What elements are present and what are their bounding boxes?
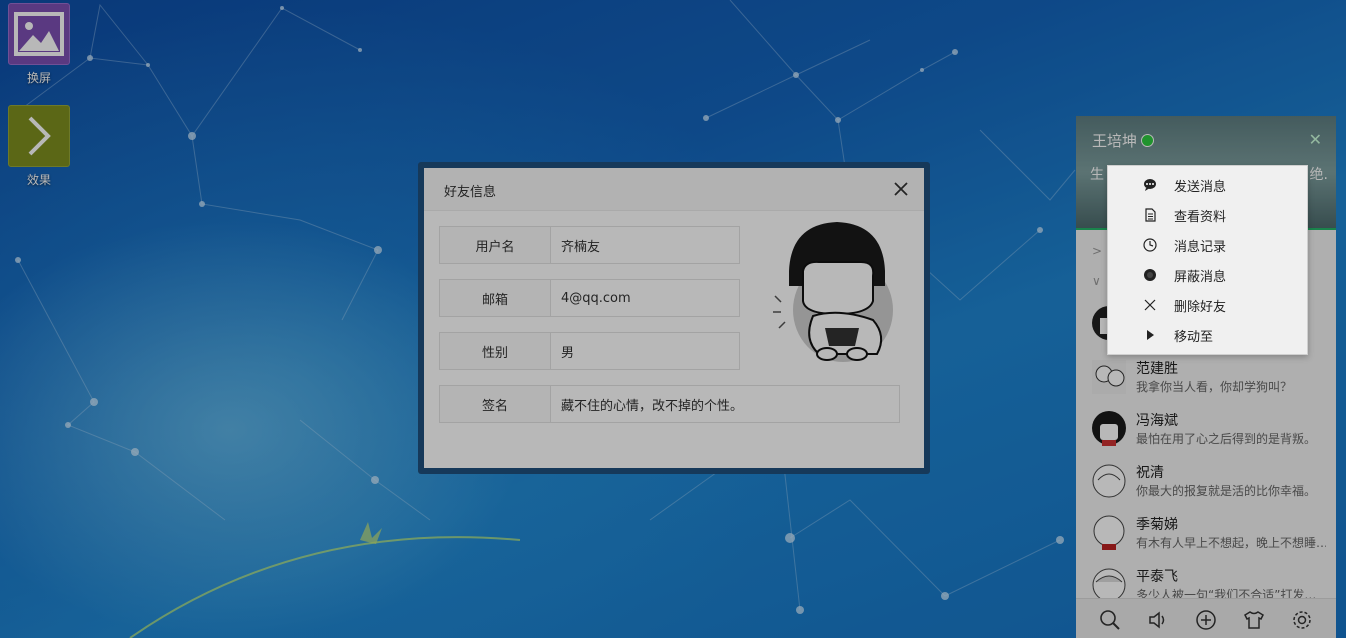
play-icon bbox=[1147, 330, 1154, 340]
friend-context-menu: 发送消息 查看资料 消息记录 屏蔽消息 删除好友 移动至 bbox=[1107, 165, 1308, 355]
menu-item-block-messages[interactable]: 屏蔽消息 bbox=[1108, 260, 1307, 290]
menu-item-label: 发送消息 bbox=[1174, 180, 1227, 195]
document-icon bbox=[1145, 208, 1156, 222]
menu-item-message-history[interactable]: 消息记录 bbox=[1108, 230, 1307, 260]
block-icon bbox=[1144, 269, 1156, 281]
menu-item-label: 查看资料 bbox=[1174, 210, 1227, 225]
menu-item-move-to[interactable]: 移动至 bbox=[1108, 320, 1307, 350]
close-icon bbox=[1144, 299, 1156, 311]
menu-item-send-message[interactable]: 发送消息 bbox=[1108, 170, 1307, 200]
menu-item-delete-friend[interactable]: 删除好友 bbox=[1108, 290, 1307, 320]
chat-icon bbox=[1144, 179, 1156, 191]
menu-item-label: 移动至 bbox=[1174, 330, 1214, 345]
menu-item-label: 删除好友 bbox=[1174, 300, 1227, 315]
menu-item-view-profile[interactable]: 查看资料 bbox=[1108, 200, 1307, 230]
menu-item-label: 消息记录 bbox=[1174, 240, 1227, 255]
menu-item-label: 屏蔽消息 bbox=[1174, 270, 1227, 285]
clock-icon bbox=[1143, 238, 1157, 252]
